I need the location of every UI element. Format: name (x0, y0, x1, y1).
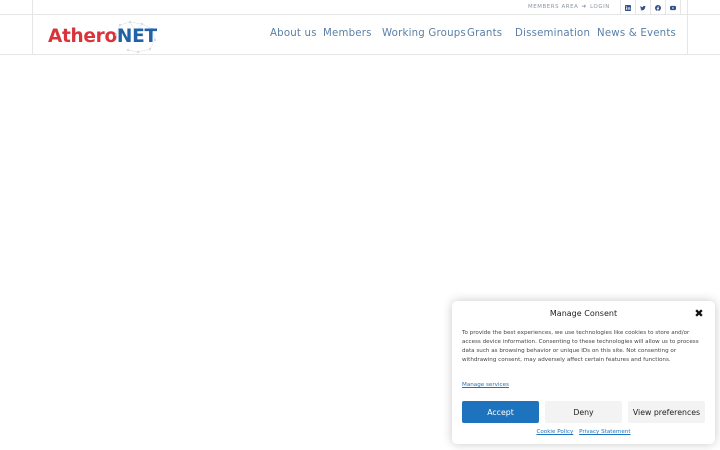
nav-grants[interactable]: Grants (467, 28, 502, 39)
consent-footer-links: Cookie Policy Privacy Statement (452, 429, 715, 435)
login-icon: ➜ (581, 3, 588, 10)
top-utility-bar: MEMBERS AREA ➜ LOGIN (0, 0, 720, 15)
facebook-link[interactable] (650, 0, 665, 15)
twitter-icon (640, 5, 646, 10)
cookie-consent-dialog: Manage Consent ✖ To provide the best exp… (452, 301, 715, 444)
consent-title: Manage Consent (549, 309, 618, 318)
linkedin-link[interactable] (620, 0, 635, 15)
divider (32, 0, 33, 15)
twitter-link[interactable] (635, 0, 650, 15)
nav-about-us[interactable]: About us (270, 28, 317, 39)
close-icon[interactable]: ✖ (693, 308, 705, 320)
privacy-statement-link[interactable]: Privacy Statement (579, 429, 630, 435)
members-area-login-link[interactable]: MEMBERS AREA ➜ LOGIN (528, 3, 610, 10)
logo-text-net: NET (114, 20, 157, 53)
divider (32, 15, 33, 55)
nav-news-events[interactable]: News & Events (597, 28, 676, 39)
members-area-label: MEMBERS AREA (528, 3, 579, 10)
consent-message: To provide the best experiences, we use … (462, 330, 699, 363)
site-logo[interactable]: Athero NET (48, 20, 157, 53)
divider (687, 15, 688, 55)
youtube-icon (670, 5, 676, 10)
deny-button[interactable]: Deny (545, 401, 622, 423)
logo-text-athero: Athero (48, 25, 117, 47)
logo-net-label: NET (116, 25, 157, 47)
cookie-policy-link[interactable]: Cookie Policy (536, 429, 573, 435)
nav-working-groups[interactable]: Working Groups (382, 28, 466, 39)
facebook-icon (655, 4, 661, 11)
accept-button[interactable]: Accept (462, 401, 539, 423)
login-label: LOGIN (590, 3, 610, 10)
youtube-link[interactable] (665, 0, 681, 15)
nav-members[interactable]: Members (323, 28, 372, 39)
divider (687, 0, 688, 15)
manage-services-link[interactable]: Manage services (462, 382, 509, 388)
nav-dissemination[interactable]: Dissemination (515, 28, 590, 39)
view-preferences-button[interactable]: View preferences (628, 401, 705, 423)
linkedin-icon (625, 4, 631, 11)
site-header: Athero NET About us Members Working Grou… (0, 15, 720, 55)
